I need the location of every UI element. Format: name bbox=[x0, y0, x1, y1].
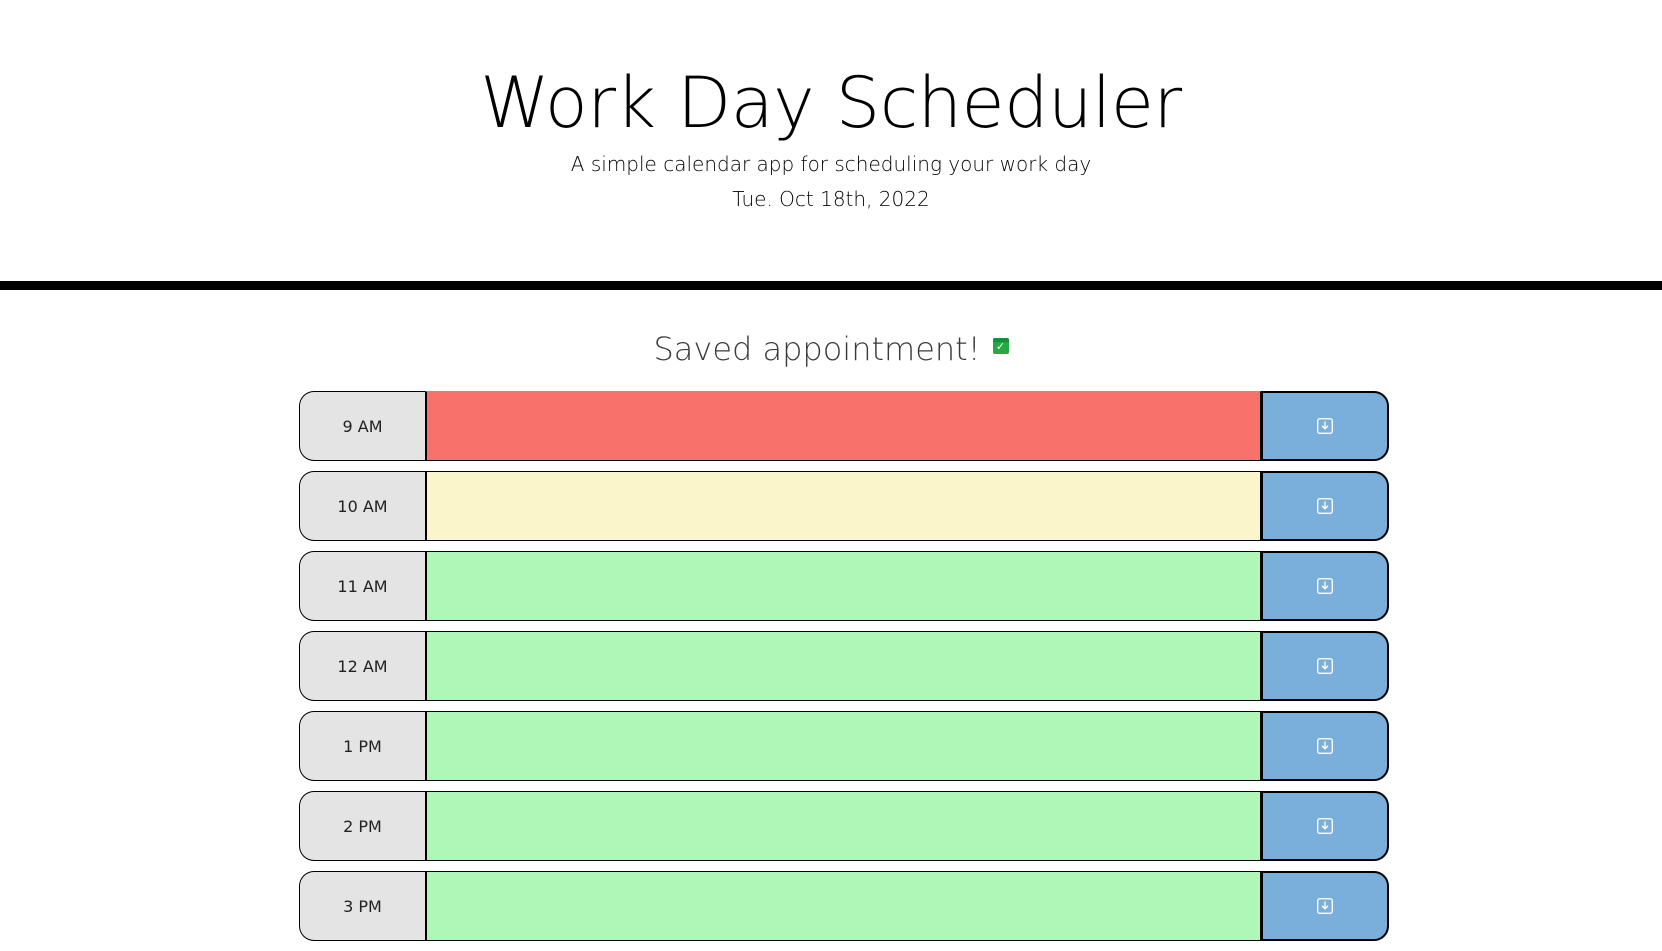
schedule: 9 AM 10 AM 11 AM 12 AM 1 PM 2 PM 3 PM bbox=[299, 391, 1389, 951]
header: Work Day Scheduler A simple calendar app… bbox=[0, 0, 1662, 290]
saved-message-text: Saved appointment! bbox=[653, 330, 981, 368]
hour-label: 9 AM bbox=[299, 391, 425, 461]
save-button[interactable] bbox=[1261, 631, 1389, 701]
save-icon bbox=[1317, 498, 1333, 514]
saved-message: Saved appointment! ✓ bbox=[0, 330, 1662, 368]
save-button[interactable] bbox=[1261, 471, 1389, 541]
save-icon bbox=[1317, 418, 1333, 434]
time-block: 11 AM bbox=[299, 551, 1389, 621]
save-button[interactable] bbox=[1261, 551, 1389, 621]
time-block: 2 PM bbox=[299, 791, 1389, 861]
event-description-input[interactable] bbox=[425, 471, 1261, 541]
save-button[interactable] bbox=[1261, 391, 1389, 461]
event-description-input[interactable] bbox=[425, 791, 1261, 861]
hour-label: 12 AM bbox=[299, 631, 425, 701]
time-block: 12 AM bbox=[299, 631, 1389, 701]
save-icon bbox=[1317, 738, 1333, 754]
event-description-input[interactable] bbox=[425, 711, 1261, 781]
save-icon bbox=[1317, 898, 1333, 914]
app-subtitle: A simple calendar app for scheduling you… bbox=[570, 152, 1092, 176]
hour-label: 10 AM bbox=[299, 471, 425, 541]
save-button[interactable] bbox=[1261, 711, 1389, 781]
hour-label: 2 PM bbox=[299, 791, 425, 861]
time-block: 9 AM bbox=[299, 391, 1389, 461]
save-icon bbox=[1317, 578, 1333, 594]
event-description-input[interactable] bbox=[425, 551, 1261, 621]
event-description-input[interactable] bbox=[425, 871, 1261, 941]
hour-label: 11 AM bbox=[299, 551, 425, 621]
hour-label: 1 PM bbox=[299, 711, 425, 781]
save-icon bbox=[1317, 658, 1333, 674]
time-block: 10 AM bbox=[299, 471, 1389, 541]
time-block: 1 PM bbox=[299, 711, 1389, 781]
calendar-check-icon: ✓ bbox=[992, 338, 1009, 354]
time-block: 3 PM bbox=[299, 871, 1389, 941]
save-button[interactable] bbox=[1261, 791, 1389, 861]
save-icon bbox=[1317, 818, 1333, 834]
app-title: Work Day Scheduler bbox=[480, 62, 1182, 144]
hour-label: 3 PM bbox=[299, 871, 425, 941]
current-day: Tue. Oct 18th, 2022 bbox=[732, 187, 930, 211]
save-button[interactable] bbox=[1261, 871, 1389, 941]
event-description-input[interactable] bbox=[425, 391, 1261, 461]
event-description-input[interactable] bbox=[425, 631, 1261, 701]
